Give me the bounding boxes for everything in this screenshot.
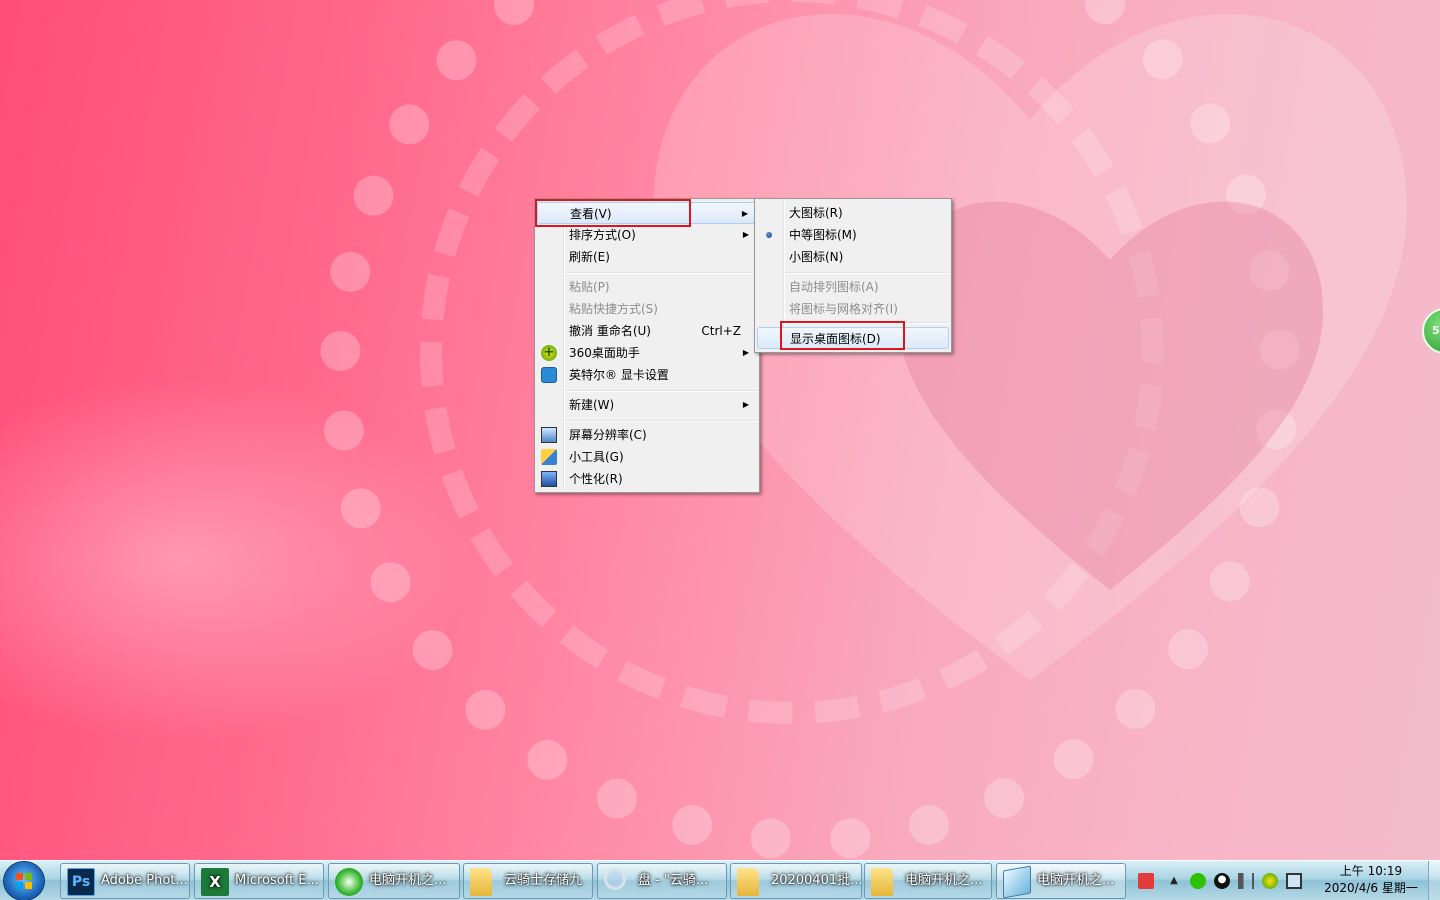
taskbar-item-folder-yunqishi[interactable]: 云骑士存储九 (463, 863, 593, 899)
menu-separator (565, 390, 757, 392)
menu-item-label: 查看(V) (570, 207, 612, 221)
menu-item-label: 显示桌面图标(D) (790, 332, 881, 346)
submenu-item-show-desktop-icons[interactable]: 显示桌面图标(D) (757, 327, 949, 349)
menu-item-label: 英特尔® 显卡设置 (569, 368, 669, 382)
start-button[interactable] (4, 862, 44, 900)
menu-item-undo-rename[interactable]: 撤消 重命名(U) Ctrl+Z (537, 320, 757, 342)
menu-item-label: 中等图标(M) (789, 228, 857, 242)
personalize-icon (541, 471, 557, 487)
clock-time: 上午 10:19 (1339, 864, 1403, 878)
menu-item-gadgets[interactable]: 小工具(G) (537, 446, 757, 468)
taskbar-item-folder-20200401[interactable]: 20200401批... (730, 863, 862, 899)
taskbar-item-document[interactable]: 电脑开机之... (996, 863, 1126, 899)
qq-icon[interactable] (1214, 873, 1230, 889)
taskbar-item-label: 电脑开机之... (369, 873, 447, 888)
menu-item-intel-graphics[interactable]: 英特尔® 显卡设置 (537, 364, 757, 386)
menu-item-paste: 粘贴(P) (537, 276, 757, 298)
network-icon[interactable] (1286, 873, 1302, 889)
submenu-item-medium-icons[interactable]: 中等图标(M) (757, 224, 949, 246)
submenu-arrow-icon: ▶ (742, 400, 749, 409)
taskbar-item-label: 云骑士存储九 (504, 873, 583, 888)
wechat-icon[interactable] (1190, 873, 1206, 889)
menu-item-label: 排序方式(O) (569, 228, 636, 242)
360-safe-icon[interactable] (1262, 873, 1278, 889)
menu-item-label: 360桌面助手 (569, 346, 640, 360)
volume-icon[interactable] (1238, 873, 1254, 889)
folder-icon (470, 868, 492, 896)
menu-item-label: 新建(W) (569, 398, 615, 412)
browser-icon (335, 868, 363, 896)
menu-item-sort-by[interactable]: 排序方式(O) ▶ (537, 224, 757, 246)
taskbar-item-label: 电脑开机之... (1037, 873, 1115, 888)
menu-item-360-desktop[interactable]: + 360桌面助手 ▶ (537, 342, 757, 364)
windows-logo-icon (16, 873, 32, 889)
submenu-arrow-icon: ▶ (742, 348, 749, 357)
clock-date: 2020/4/6 星期一 (1324, 881, 1418, 895)
monitor-icon (541, 427, 557, 443)
taskbar-item-label: Microsoft E... (235, 873, 319, 888)
menu-separator (785, 322, 949, 324)
menu-item-label: 粘贴(P) (569, 280, 610, 294)
radio-selected-icon (766, 232, 772, 238)
search-icon (604, 868, 626, 890)
clock[interactable]: 上午 10:19 2020/4/6 星期一 (1316, 863, 1426, 897)
menu-item-label: 个性化(R) (569, 472, 623, 486)
taskbar-item-excel[interactable]: X Microsoft E... (194, 863, 324, 899)
taskbar-item-label: Adobe Phot... (101, 873, 188, 888)
view-submenu: 大图标(R) 中等图标(M) 小图标(N) 自动排列图标(A) 将图标与网格对齐… (754, 198, 952, 353)
taskbar-item-folder-boot[interactable]: 电脑开机之... (864, 863, 992, 899)
menu-item-new[interactable]: 新建(W) ▶ (537, 394, 757, 416)
show-desktop-button[interactable] (1428, 861, 1440, 900)
menu-separator (565, 420, 757, 422)
360-icon: + (541, 345, 557, 361)
submenu-item-align-to-grid: 将图标与网格对齐(I) (757, 298, 949, 320)
menu-item-label: 粘贴快捷方式(S) (569, 302, 658, 316)
menu-item-personalize[interactable]: 个性化(R) (537, 468, 757, 490)
menu-item-view[interactable]: 查看(V) ▶ (537, 202, 757, 224)
menu-item-label: 刷新(E) (569, 250, 610, 264)
taskbar-item-photoshop[interactable]: Ps Adobe Phot... (60, 863, 190, 899)
menu-item-screen-resolution[interactable]: 屏幕分辨率(C) (537, 424, 757, 446)
floating-badge[interactable]: 51 (1422, 308, 1440, 354)
taskbar-item-browser[interactable]: 电脑开机之... (328, 863, 460, 899)
submenu-arrow-icon: ▶ (741, 209, 748, 218)
submenu-item-small-icons[interactable]: 小图标(N) (757, 246, 949, 268)
gadgets-icon (541, 449, 557, 465)
menu-item-paste-shortcut: 粘贴快捷方式(S) (537, 298, 757, 320)
action-center-flag-icon[interactable] (1138, 873, 1154, 889)
menu-item-label: 自动排列图标(A) (789, 280, 879, 294)
menu-item-shortcut: Ctrl+Z (701, 324, 741, 338)
folder-icon (737, 868, 759, 896)
submenu-item-auto-arrange: 自动排列图标(A) (757, 276, 949, 298)
menu-item-label: 小图标(N) (789, 250, 844, 264)
desktop-context-menu: 查看(V) ▶ 排序方式(O) ▶ 刷新(E) 粘贴(P) 粘贴快捷方式(S) … (534, 198, 760, 493)
document-icon (1003, 865, 1031, 898)
intel-graphics-icon (541, 367, 557, 383)
folder-icon (871, 868, 893, 896)
menu-separator (785, 272, 949, 274)
menu-item-label: 屏幕分辨率(C) (569, 428, 647, 442)
show-hidden-icons-icon[interactable]: ▲ (1166, 873, 1182, 889)
submenu-item-large-icons[interactable]: 大图标(R) (757, 202, 949, 224)
submenu-arrow-icon: ▶ (742, 230, 749, 239)
taskbar-item-search[interactable]: 盘 - "云骑... (597, 863, 727, 899)
menu-item-label: 大图标(R) (789, 206, 843, 220)
menu-separator (565, 272, 757, 274)
taskbar-item-label: 电脑开机之... (905, 873, 983, 888)
menu-item-label: 将图标与网格对齐(I) (789, 302, 898, 316)
photoshop-icon: Ps (67, 868, 95, 896)
menu-item-label: 小工具(G) (569, 450, 624, 464)
menu-item-label: 撤消 重命名(U) (569, 324, 651, 338)
taskbar-item-label: 20200401批... (771, 873, 862, 888)
taskbar-item-label: 盘 - "云骑... (638, 873, 709, 888)
menu-item-refresh[interactable]: 刷新(E) (537, 246, 757, 268)
taskbar: Ps Adobe Phot... X Microsoft E... 电脑开机之.… (0, 860, 1440, 900)
excel-icon: X (201, 868, 229, 896)
